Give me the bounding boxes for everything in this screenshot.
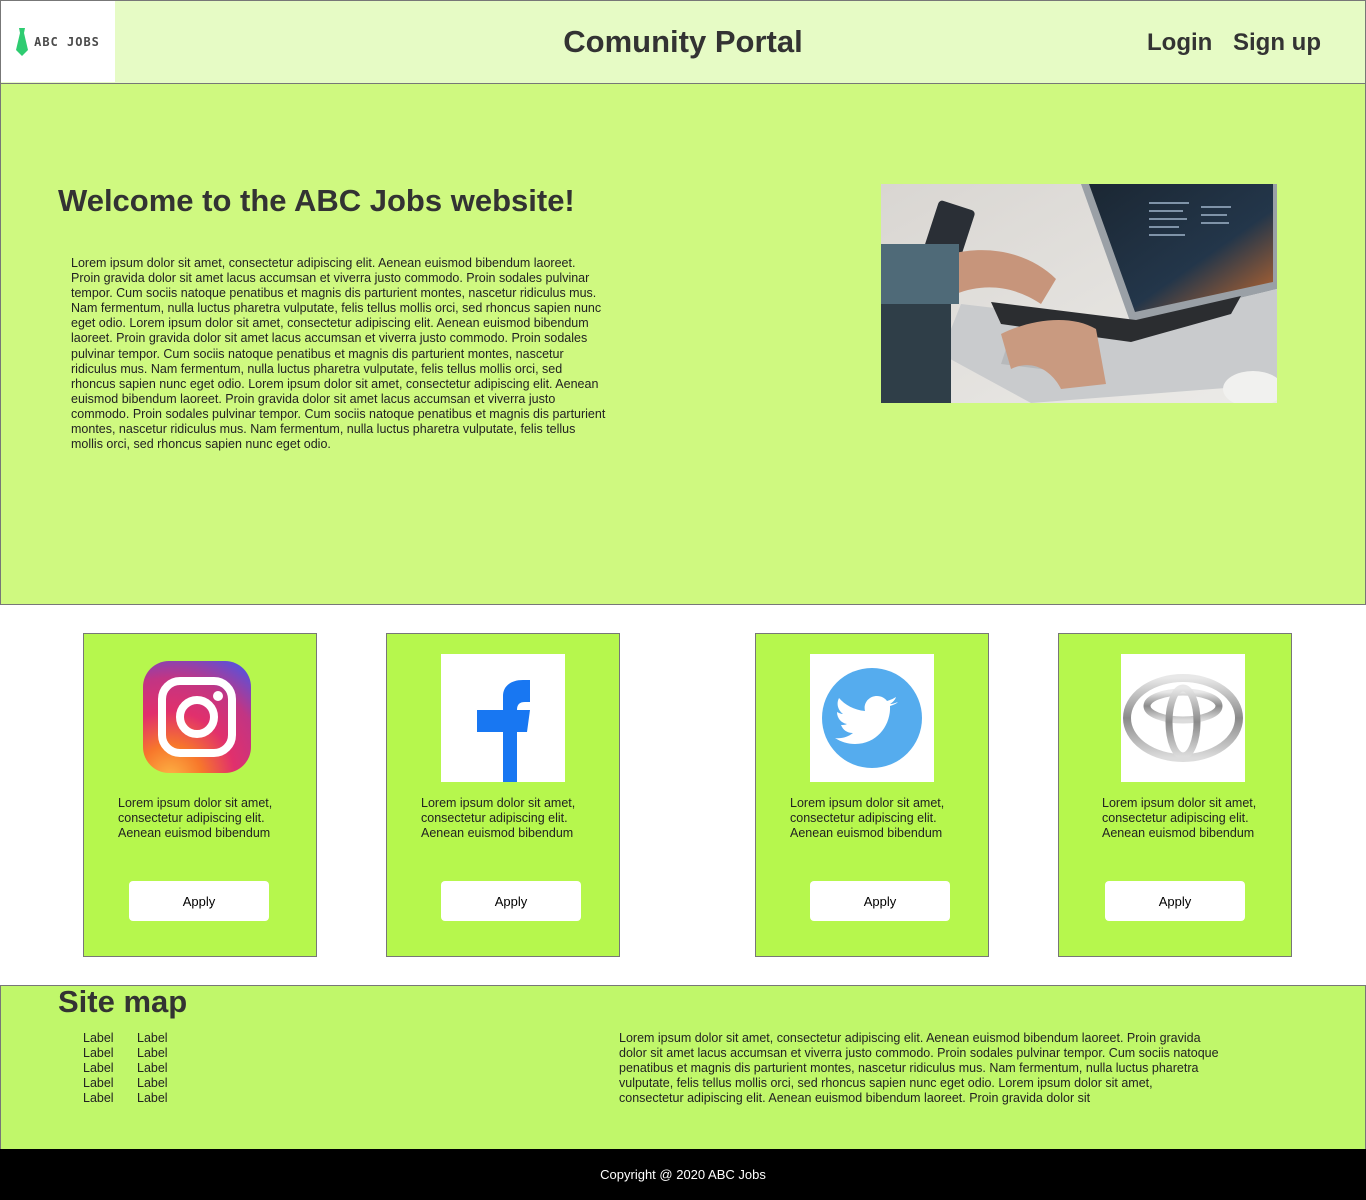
toyota-icon <box>1121 654 1245 782</box>
hero-text: Lorem ipsum dolor sit amet, consectetur … <box>71 256 606 452</box>
sitemap-text: Lorem ipsum dolor sit amet, consectetur … <box>619 1031 1219 1105</box>
company-card-twitter: Lorem ipsum dolor sit amet, consectetur … <box>755 633 989 957</box>
sitemap-link[interactable]: Label <box>137 1091 168 1106</box>
apply-button[interactable]: Apply <box>810 881 950 921</box>
sitemap-links-col1: Label Label Label Label Label <box>83 1031 114 1106</box>
card-description: Lorem ipsum dolor sit amet, consectetur … <box>790 796 945 840</box>
card-description: Lorem ipsum dolor sit amet, consectetur … <box>1102 796 1257 840</box>
apply-button[interactable]: Apply <box>1105 881 1245 921</box>
sitemap-link[interactable]: Label <box>137 1046 168 1061</box>
tie-icon <box>16 27 29 56</box>
page-title: Comunity Portal <box>563 24 803 59</box>
sitemap-links-col2: Label Label Label Label Label <box>137 1031 168 1106</box>
signup-link[interactable]: Sign up <box>1233 29 1321 57</box>
sitemap-link[interactable]: Label <box>83 1031 114 1046</box>
instagram-icon <box>142 660 252 774</box>
twitter-icon <box>810 654 934 782</box>
card-description: Lorem ipsum dolor sit amet, consectetur … <box>421 796 576 840</box>
card-description: Lorem ipsum dolor sit amet, consectetur … <box>118 796 273 840</box>
company-card-instagram: Lorem ipsum dolor sit amet, consectetur … <box>83 633 317 957</box>
sitemap-link[interactable]: Label <box>137 1061 168 1076</box>
company-card-toyota: Lorem ipsum dolor sit amet, consectetur … <box>1058 633 1292 957</box>
sitemap-link[interactable]: Label <box>83 1076 114 1091</box>
logo[interactable]: ABC JOBS <box>1 1 115 82</box>
sitemap-title: Site map <box>58 984 188 1019</box>
sitemap-link[interactable]: Label <box>137 1076 168 1091</box>
facebook-icon <box>441 654 565 782</box>
sitemap-link[interactable]: Label <box>83 1061 114 1076</box>
footer: Copyright @ 2020 ABC Jobs <box>0 1149 1366 1200</box>
company-card-facebook: Lorem ipsum dolor sit amet, consectetur … <box>386 633 620 957</box>
copyright-text: Copyright @ 2020 ABC Jobs <box>600 1167 766 1182</box>
laptop-photo <box>881 184 1277 403</box>
apply-button[interactable]: Apply <box>441 881 581 921</box>
apply-button[interactable]: Apply <box>129 881 269 921</box>
sitemap-link[interactable]: Label <box>83 1046 114 1061</box>
hero-title: Welcome to the ABC Jobs website! <box>58 183 575 218</box>
logo-text: ABC JOBS <box>34 34 100 49</box>
sitemap-link[interactable]: Label <box>83 1091 114 1106</box>
login-link[interactable]: Login <box>1147 29 1212 57</box>
sitemap-link[interactable]: Label <box>137 1031 168 1046</box>
